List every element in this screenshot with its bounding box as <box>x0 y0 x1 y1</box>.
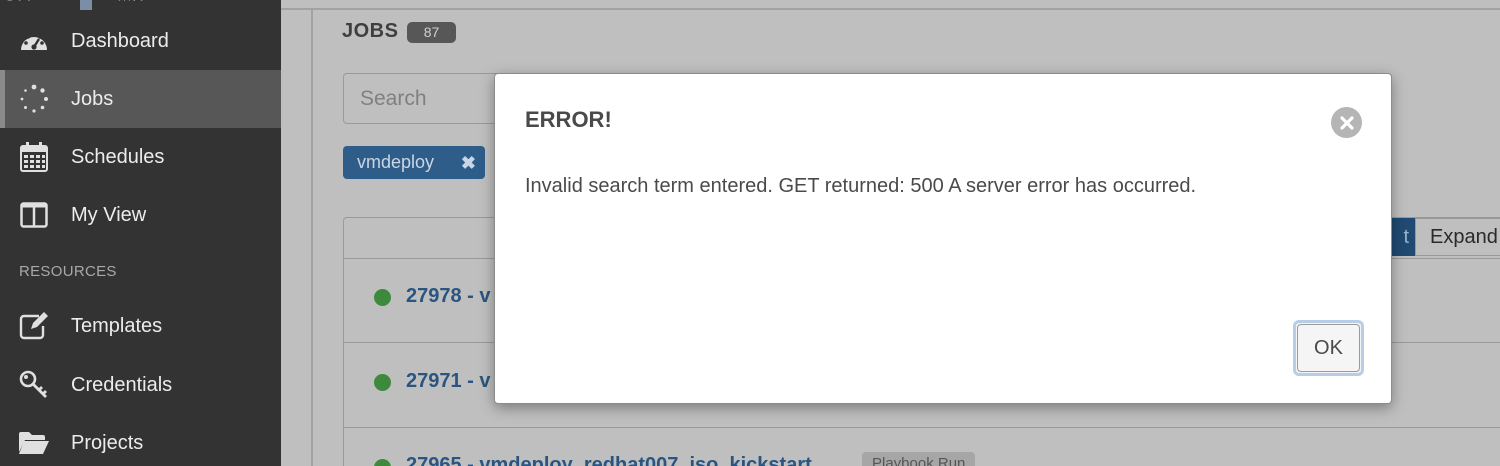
remove-tag-icon[interactable]: ✖ <box>461 153 476 174</box>
folder-open-icon <box>18 427 50 459</box>
error-dialog: ERROR! Invalid search term entered. GET … <box>494 73 1392 404</box>
search-tag-label: vmdeploy <box>357 152 435 172</box>
ok-button-label: OK <box>1297 324 1360 372</box>
logo-left-glyphs: ƆVV <box>6 0 35 4</box>
job-type-badge: Playbook Run <box>862 452 976 466</box>
sidebar-item-label: Credentials <box>71 373 173 396</box>
page-title: JOBS <box>342 20 399 42</box>
sidebar-item-label: Projects <box>71 431 144 454</box>
logo: ƆVV ЯNV <box>0 0 281 12</box>
edit-icon <box>18 310 50 342</box>
dashboard-icon <box>18 25 50 57</box>
sidebar-item-label: My View <box>71 203 147 226</box>
sidebar-item-templates[interactable]: Templates <box>0 297 281 355</box>
sidebar-item-projects[interactable]: Projects <box>0 414 281 466</box>
success-status-icon <box>374 374 391 391</box>
success-status-icon <box>374 289 391 306</box>
divider <box>281 8 1500 10</box>
search-tag: vmdeploy ✖ <box>343 146 485 179</box>
search-field[interactable] <box>343 73 503 124</box>
success-status-icon <box>374 459 391 466</box>
logo-mark <box>80 0 92 10</box>
spinner-icon <box>18 83 50 115</box>
expand-toggle-button[interactable]: Expand <box>1415 218 1500 256</box>
dialog-message: Invalid search term entered. GET returne… <box>525 175 1197 197</box>
divider <box>344 427 1500 428</box>
close-icon[interactable] <box>1331 107 1362 138</box>
divider <box>311 10 313 466</box>
sidebar-item-label: Jobs <box>71 87 114 110</box>
sidebar-item-label: Dashboard <box>71 29 169 52</box>
sidebar-item-credentials[interactable]: Credentials <box>0 356 281 414</box>
job-link[interactable]: 27971 - v <box>406 370 491 393</box>
sidebar-item-dashboard[interactable]: Dashboard <box>0 12 281 70</box>
sidebar-item-label: Templates <box>71 314 163 337</box>
sidebar-item-my-view[interactable]: My View <box>0 186 281 244</box>
sidebar-item-jobs[interactable]: Jobs <box>0 70 281 128</box>
job-link[interactable]: 27978 - v <box>406 285 491 308</box>
resources-section-label: RESOURCES <box>19 263 117 280</box>
logo-right-glyphs: ЯNV <box>118 0 147 4</box>
sidebar: ƆVV ЯNV Dashboard <box>0 0 281 466</box>
job-link[interactable]: 27965 - vmdeploy_redhat007_iso_kickstart <box>406 454 812 466</box>
sidebar-item-label: Schedules <box>71 145 165 168</box>
search-input[interactable] <box>344 74 502 123</box>
columns-icon <box>18 199 50 231</box>
ok-button[interactable]: OK <box>1293 320 1364 376</box>
jobs-count-badge: 87 <box>407 22 456 43</box>
sidebar-item-schedules[interactable]: Schedules <box>0 128 281 186</box>
dialog-title: ERROR! <box>525 107 612 132</box>
key-icon <box>18 369 50 401</box>
calendar-icon <box>18 141 50 173</box>
